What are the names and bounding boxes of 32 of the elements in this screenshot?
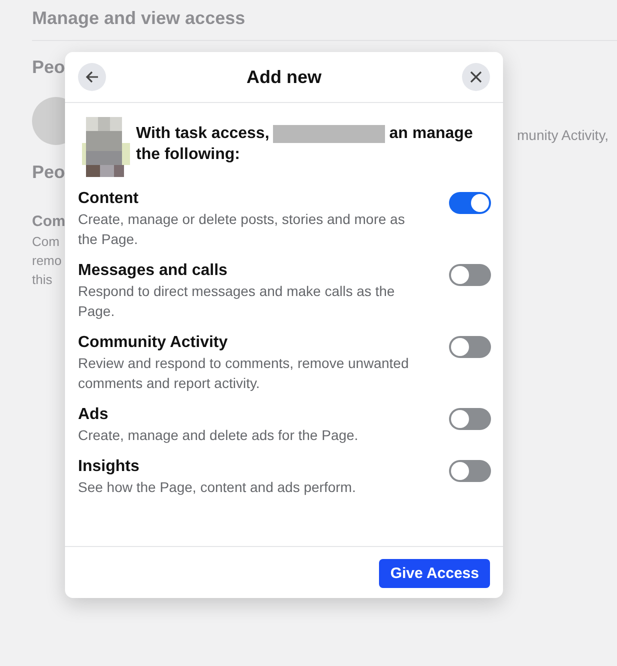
permission-description: Create, manage or delete posts, stories and more as the Page. [78,210,406,249]
permission-title: Content [78,189,140,209]
permission-title: Ads [78,405,110,425]
intro-text: With task access, [136,124,270,144]
item-description: this [32,272,52,287]
dialog-title: Add new [246,66,322,88]
intro-text: an manage [389,124,473,144]
permission-title: Community Activity [78,333,229,353]
toggle-switch[interactable] [449,264,491,286]
toggle-switch[interactable] [449,336,491,358]
page-heading: Manage and view access [32,8,246,30]
item-description: Com [32,234,60,249]
permission-title: Messages and calls [78,261,228,281]
permission-description: Respond to direct messages and make calls as the Page. [78,282,396,321]
intro-text: the following: [136,145,240,165]
give-access-button[interactable]: Give Access [379,559,490,588]
section-heading: Peo [32,162,66,183]
item-title: Com [32,213,66,230]
item-description: remo [32,253,62,268]
close-icon [469,70,483,84]
permission-description: Review and respond to comments, remove unwanted comments and report activity. [78,354,410,393]
close-button[interactable] [462,63,490,91]
toggle-switch[interactable] [449,408,491,430]
permission-title: Insights [78,457,140,477]
permission-description: See how the Page, content and ads perform. [78,478,357,497]
permission-summary: munity Activity, [517,127,609,143]
toggle-switch[interactable] [449,192,491,214]
back-arrow-icon [85,70,99,84]
back-button[interactable] [78,63,106,91]
toggle-switch[interactable] [449,460,491,482]
section-heading: Peo [32,57,66,78]
permission-description: Create, manage and delete ads for the Page. [78,426,360,445]
